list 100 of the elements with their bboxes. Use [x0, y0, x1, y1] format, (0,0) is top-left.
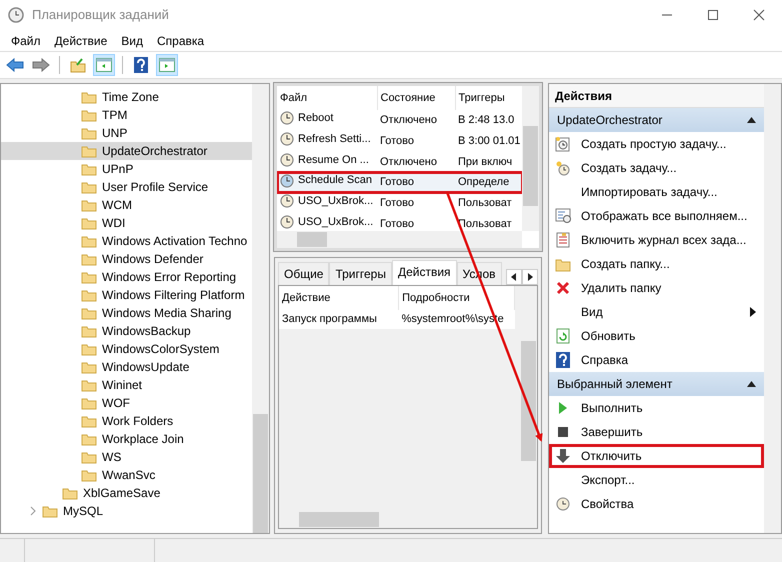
folder-icon: [81, 180, 97, 194]
action-item[interactable]: Вид: [549, 300, 764, 324]
section-header[interactable]: UpdateOrchestrator: [549, 108, 764, 132]
scrollbar[interactable]: [522, 86, 539, 231]
tree-item[interactable]: TPM: [1, 106, 252, 124]
tree-item[interactable]: UNP: [1, 124, 252, 142]
table-cell: Resume On ...: [277, 152, 377, 172]
table-cell: Запуск программы: [279, 310, 399, 329]
tree-item[interactable]: XblGameSave: [1, 484, 252, 502]
table-cell: Отключено: [377, 110, 455, 131]
tree-item[interactable]: UpdateOrchestrator: [1, 142, 252, 160]
folder-icon: [81, 126, 97, 140]
tree-item[interactable]: Windows Filtering Platform: [1, 286, 252, 304]
task-row[interactable]: Refresh Setti... Готово В 3:00 01.01: [277, 130, 524, 152]
tree-item[interactable]: WindowsUpdate: [1, 358, 252, 376]
action-item[interactable]: Создать папку...: [549, 252, 764, 276]
folder-icon: [81, 468, 97, 482]
tree-item[interactable]: WCM: [1, 196, 252, 214]
left-arrow-icon: [511, 273, 517, 281]
folder-icon: [81, 216, 97, 230]
table-cell-text: Готово: [379, 216, 415, 232]
tree-item[interactable]: WindowsBackup: [1, 322, 252, 340]
tree-item[interactable]: Work Folders: [1, 412, 252, 430]
folder-icon: [81, 198, 97, 212]
chevron-icon: [29, 506, 37, 516]
table-cell-text: В 3:00 01.01: [457, 134, 522, 149]
task-row[interactable]: Reboot Отключено В 2:48 13.0: [277, 110, 524, 131]
table-cell: Отключено: [377, 152, 455, 172]
down-arrow-icon: [556, 449, 570, 463]
task-row[interactable]: Resume On ... Отключено При включ: [277, 152, 524, 172]
tree-item[interactable]: WDI: [1, 214, 252, 232]
action-item[interactable]: Справка: [549, 348, 764, 372]
column-header[interactable]: Состояние: [377, 86, 455, 110]
menu-item[interactable]: Файл: [4, 30, 48, 52]
table-cell: Пользоват: [455, 193, 524, 214]
tree-item[interactable]: WOF: [1, 394, 252, 412]
close-icon: [753, 9, 765, 21]
tree-item[interactable]: Windows Media Sharing: [1, 304, 252, 322]
help-icon: [556, 352, 570, 368]
tree-item[interactable]: WwanSvc: [1, 466, 252, 484]
tree-item[interactable]: Time Zone: [1, 88, 252, 106]
action-item[interactable]: Выполнить: [549, 396, 764, 420]
action-item[interactable]: Отображать все выполняем...: [549, 204, 764, 228]
refresh-icon: [555, 328, 571, 344]
column-header[interactable]: Подробности: [398, 286, 514, 310]
section-header[interactable]: Выбранный элемент: [549, 372, 764, 396]
tree-item[interactable]: User Profile Service: [1, 178, 252, 196]
menu-item[interactable]: Действие: [48, 30, 114, 52]
tree-item[interactable]: MySQL: [1, 502, 252, 520]
delete-icon: [556, 281, 570, 295]
action-item[interactable]: Импортировать задачу...: [549, 180, 764, 204]
tree-item[interactable]: WS: [1, 448, 252, 466]
action-item[interactable]: Создать задачу...: [549, 156, 764, 180]
folder-icon: [81, 306, 97, 320]
scroll-tabs-right-button[interactable]: [522, 269, 538, 285]
table-cell: Готово: [377, 172, 455, 193]
column-header[interactable]: Действие: [279, 286, 399, 310]
tab[interactable]: Триггеры: [329, 262, 392, 285]
tree-item[interactable]: WindowsColorSystem: [1, 340, 252, 358]
table-cell: При включ: [455, 152, 524, 172]
column-header[interactable]: Файл: [277, 86, 377, 110]
action-item[interactable]: Обновить: [549, 324, 764, 348]
folder-icon: [81, 360, 97, 374]
tree-item[interactable]: Windows Error Reporting: [1, 268, 252, 286]
tab[interactable]: Общие: [278, 262, 330, 285]
scrollbar[interactable]: [252, 84, 269, 533]
task-clock-icon: [280, 111, 294, 126]
menu-item[interactable]: Справка: [150, 30, 212, 52]
action-item[interactable]: Свойства: [549, 492, 764, 516]
action-item[interactable]: Включить журнал всех зада...: [549, 228, 764, 252]
tree-item[interactable]: Wininet: [1, 376, 252, 394]
action-item[interactable]: Отключить: [549, 444, 764, 468]
action-item[interactable]: Удалить папку: [549, 276, 764, 300]
menu-item[interactable]: Вид: [114, 30, 150, 52]
tree-item[interactable]: Windows Defender: [1, 250, 252, 268]
task-row[interactable]: Schedule Scan Готово Определе: [277, 172, 524, 193]
clock-star-icon: [555, 160, 571, 176]
forward-arrow-icon: [32, 58, 50, 72]
tab[interactable]: Действия: [392, 260, 457, 285]
task-row[interactable]: USO_UxBrok... Готово Пользоват: [277, 193, 524, 214]
collapse-icon: [747, 381, 756, 387]
scrollbar[interactable]: [277, 231, 522, 248]
table-cell: Schedule Scan: [277, 172, 377, 193]
table-cell: Определе: [455, 172, 524, 193]
action-item[interactable]: Завершить: [549, 420, 764, 444]
table-cell: Reboot: [277, 110, 377, 131]
folder-icon: [81, 414, 97, 428]
scrollbar[interactable]: [764, 84, 781, 533]
right-arrow-icon: [527, 273, 533, 281]
tree-item[interactable]: Workplace Join: [1, 430, 252, 448]
tree-item[interactable]: UPnP: [1, 160, 252, 178]
folder-icon: [81, 162, 97, 176]
action-item[interactable]: Создать простую задачу...: [549, 132, 764, 156]
show-pane-button[interactable]: [93, 54, 115, 76]
action-item[interactable]: Экспорт...: [549, 468, 764, 492]
tree-item[interactable]: Windows Activation Techno: [1, 232, 252, 250]
window-title: Планировщик заданий: [32, 6, 169, 24]
folder-icon: [81, 378, 97, 392]
back-arrow-icon: [6, 58, 24, 72]
scroll-tabs-left-button[interactable]: [506, 269, 522, 285]
